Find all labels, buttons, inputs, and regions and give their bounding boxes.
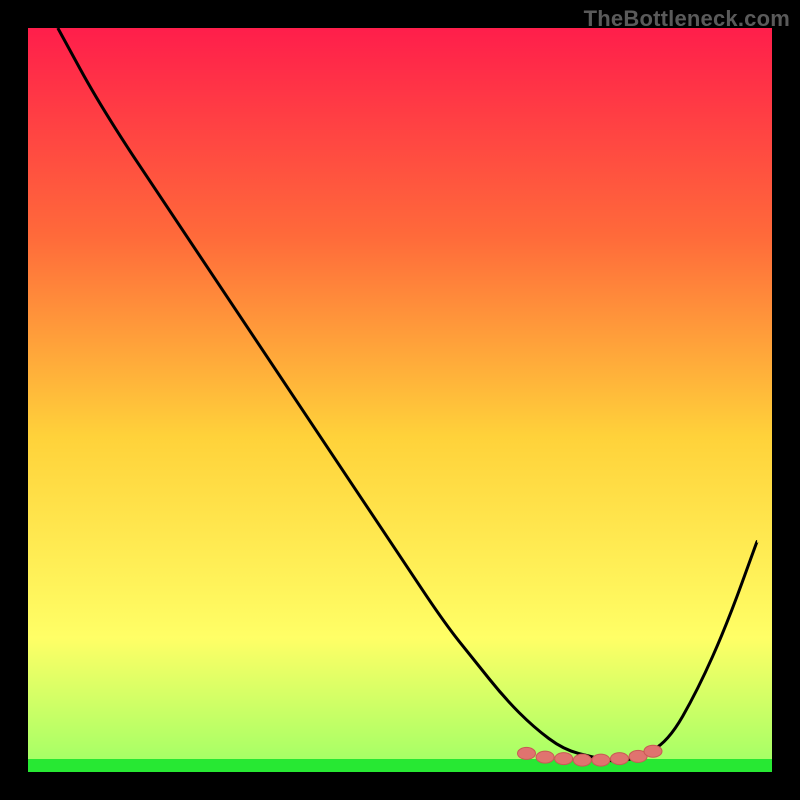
plot-background <box>28 28 772 772</box>
sweet-spot-marker <box>536 751 554 763</box>
sweet-spot-marker <box>573 754 591 766</box>
bottleneck-chart <box>28 28 772 772</box>
watermark-label: TheBottleneck.com <box>584 6 790 32</box>
sweet-spot-marker <box>592 754 610 766</box>
sweet-spot-marker <box>644 745 662 757</box>
sweet-spot-marker <box>555 753 573 765</box>
chart-frame: TheBottleneck.com <box>0 0 800 800</box>
sweet-spot-marker <box>611 753 629 765</box>
sweet-spot-marker <box>518 747 536 759</box>
green-band <box>28 759 772 772</box>
